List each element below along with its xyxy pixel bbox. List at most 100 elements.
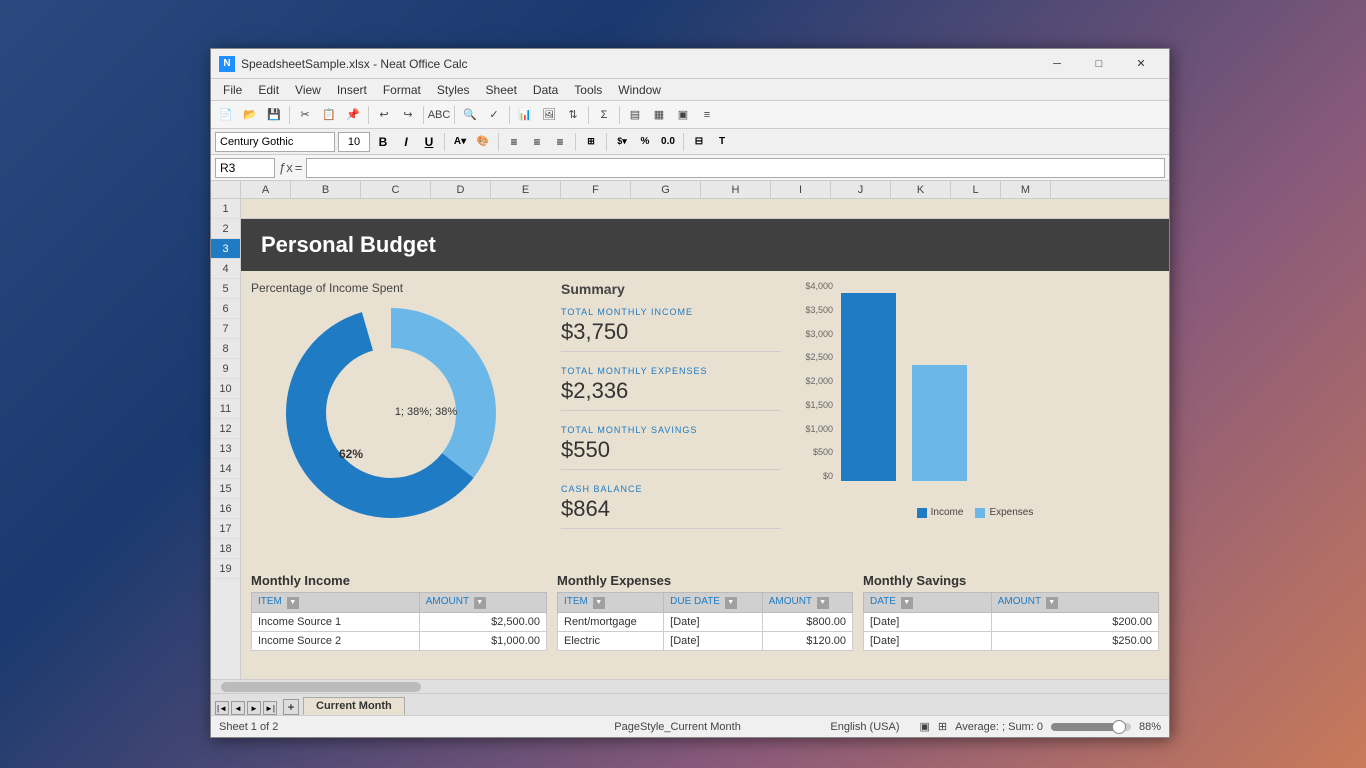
- row-10[interactable]: 10: [211, 379, 240, 399]
- decimal-button[interactable]: 0.0: [658, 132, 678, 152]
- menu-tools[interactable]: Tools: [566, 79, 610, 101]
- col-header-I[interactable]: I: [771, 181, 831, 198]
- expenses-date-header[interactable]: DUE DATE ▼: [664, 593, 763, 613]
- redo-button[interactable]: ↪: [397, 104, 419, 126]
- row-17[interactable]: 17: [211, 519, 240, 539]
- savings-date-header[interactable]: DATE ▼: [864, 593, 992, 613]
- maximize-button[interactable]: □: [1079, 54, 1119, 74]
- row-4[interactable]: 4: [211, 259, 240, 279]
- col-header-C[interactable]: C: [361, 181, 431, 198]
- save-button[interactable]: 💾: [263, 104, 285, 126]
- paste-button[interactable]: 📌: [342, 104, 364, 126]
- col-header-K[interactable]: K: [891, 181, 951, 198]
- expenses-item-filter[interactable]: ▼: [593, 597, 605, 609]
- row-8[interactable]: 8: [211, 339, 240, 359]
- row-12[interactable]: 12: [211, 419, 240, 439]
- income-amount-1[interactable]: $2,500.00: [419, 613, 546, 632]
- income-amount-header[interactable]: AMOUNT ▼: [419, 593, 546, 613]
- border-button[interactable]: ⊟: [689, 132, 709, 152]
- align-right-button[interactable]: ≡: [550, 132, 570, 152]
- more-btn3[interactable]: ▣: [672, 104, 694, 126]
- sum-button[interactable]: Σ: [593, 104, 615, 126]
- chart-button[interactable]: 📊: [514, 104, 536, 126]
- row-11[interactable]: 11: [211, 399, 240, 419]
- income-amount-2[interactable]: $1,000.00: [419, 632, 546, 651]
- menu-window[interactable]: Window: [610, 79, 669, 101]
- close-button[interactable]: ✕: [1121, 54, 1161, 74]
- sheet-first-button[interactable]: |◄: [215, 701, 229, 715]
- align-center-button[interactable]: ≡: [527, 132, 547, 152]
- col-header-M[interactable]: M: [1001, 181, 1051, 198]
- highlight-button[interactable]: A▾: [450, 132, 470, 152]
- font-size-input[interactable]: [338, 132, 370, 152]
- col-header-D[interactable]: D: [431, 181, 491, 198]
- spellcheck-button[interactable]: ABC: [428, 104, 450, 126]
- bold-button[interactable]: B: [373, 132, 393, 152]
- zoom-thumb[interactable]: [1112, 720, 1126, 734]
- row-15[interactable]: 15: [211, 479, 240, 499]
- row-5[interactable]: 5: [211, 279, 240, 299]
- expense-date-2[interactable]: [Date]: [664, 632, 763, 651]
- check-button[interactable]: ✓: [483, 104, 505, 126]
- underline-button[interactable]: U: [419, 132, 439, 152]
- format-number[interactable]: $▾: [612, 132, 632, 152]
- expenses-item-header[interactable]: ITEM ▼: [558, 593, 664, 613]
- income-item-filter[interactable]: ▼: [287, 597, 299, 609]
- savings-amount-1[interactable]: $200.00: [991, 613, 1158, 632]
- menu-view[interactable]: View: [287, 79, 329, 101]
- align-left-button[interactable]: ≡: [504, 132, 524, 152]
- expenses-amount-filter[interactable]: ▼: [817, 597, 829, 609]
- merge-button[interactable]: ⊞: [581, 132, 601, 152]
- expense-date-1[interactable]: [Date]: [664, 613, 763, 632]
- minimize-button[interactable]: ─: [1037, 54, 1077, 74]
- income-item-header[interactable]: ITEM ▼: [252, 593, 420, 613]
- horizontal-scrollbar[interactable]: [211, 679, 1169, 693]
- menu-edit[interactable]: Edit: [250, 79, 287, 101]
- row-13[interactable]: 13: [211, 439, 240, 459]
- row-19[interactable]: 19: [211, 559, 240, 579]
- new-button[interactable]: 📄: [215, 104, 237, 126]
- col-header-L[interactable]: L: [951, 181, 1001, 198]
- view-normal-icon[interactable]: ▣: [919, 720, 929, 733]
- italic-button[interactable]: I: [396, 132, 416, 152]
- expense-item-2[interactable]: Electric: [558, 632, 664, 651]
- text-color[interactable]: T: [712, 132, 732, 152]
- formula-input[interactable]: [306, 158, 1165, 178]
- expense-item-1[interactable]: Rent/mortgage: [558, 613, 664, 632]
- percent-button[interactable]: %: [635, 132, 655, 152]
- row-1[interactable]: 1: [211, 199, 240, 219]
- savings-date-2[interactable]: [Date]: [864, 632, 992, 651]
- row-16[interactable]: 16: [211, 499, 240, 519]
- savings-date-filter[interactable]: ▼: [901, 597, 913, 609]
- more-btn1[interactable]: ▤: [624, 104, 646, 126]
- col-header-A[interactable]: A: [241, 181, 291, 198]
- view-page-icon[interactable]: ⊞: [938, 720, 947, 733]
- font-name-input[interactable]: [215, 132, 335, 152]
- row-14[interactable]: 14: [211, 459, 240, 479]
- menu-file[interactable]: File: [215, 79, 250, 101]
- menu-data[interactable]: Data: [525, 79, 566, 101]
- income-amount-filter[interactable]: ▼: [474, 597, 486, 609]
- col-header-H[interactable]: H: [701, 181, 771, 198]
- row-6[interactable]: 6: [211, 299, 240, 319]
- col-header-G[interactable]: G: [631, 181, 701, 198]
- menu-sheet[interactable]: Sheet: [478, 79, 525, 101]
- hscroll-thumb[interactable]: [221, 682, 421, 692]
- image-button[interactable]: 🖼: [538, 104, 560, 126]
- copy-button[interactable]: 📋: [318, 104, 340, 126]
- col-header-J[interactable]: J: [831, 181, 891, 198]
- savings-amount-2[interactable]: $250.00: [991, 632, 1158, 651]
- savings-amount-filter[interactable]: ▼: [1046, 597, 1058, 609]
- row-2[interactable]: 2: [211, 219, 240, 239]
- open-button[interactable]: 📂: [239, 104, 261, 126]
- sheet-next-button[interactable]: ►: [247, 701, 261, 715]
- savings-date-1[interactable]: [Date]: [864, 613, 992, 632]
- add-sheet-button[interactable]: +: [283, 699, 299, 715]
- expenses-date-filter[interactable]: ▼: [725, 597, 737, 609]
- sheet-tab-current-month[interactable]: Current Month: [303, 697, 405, 715]
- col-header-F[interactable]: F: [561, 181, 631, 198]
- cell-reference-input[interactable]: [215, 158, 275, 178]
- zoom-out-button[interactable]: 🔍: [459, 104, 481, 126]
- menu-format[interactable]: Format: [375, 79, 429, 101]
- col-header-B[interactable]: B: [291, 181, 361, 198]
